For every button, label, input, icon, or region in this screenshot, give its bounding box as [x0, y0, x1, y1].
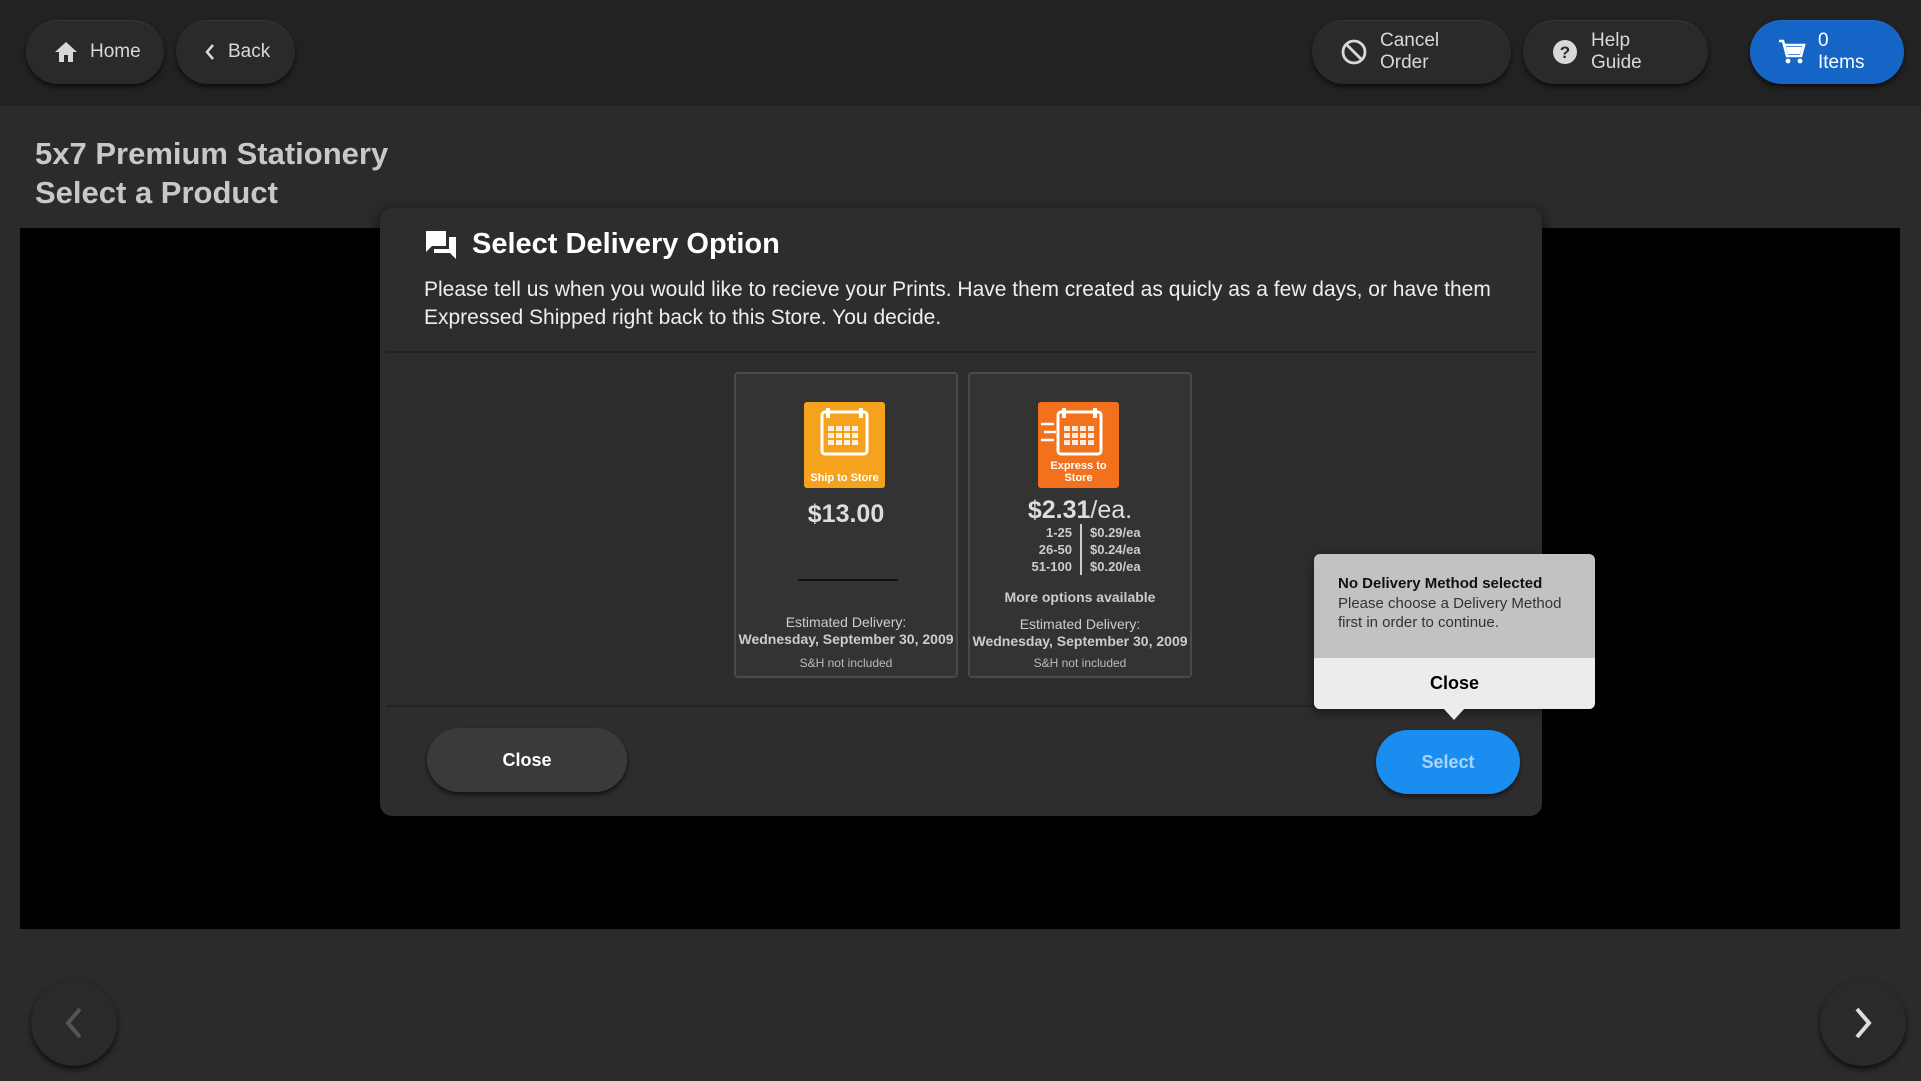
- tier-price: $0.29/ea: [1090, 525, 1141, 540]
- price-tier-row: 51-100 $0.20/ea: [1010, 558, 1154, 575]
- express-price-unit: /ea.: [1090, 496, 1133, 524]
- express-price-main: $2.31: [1027, 496, 1091, 524]
- modal-title: Select Delivery Option: [472, 228, 780, 260]
- ship-to-store-calendar-icon: Ship to Store: [804, 402, 885, 488]
- back-button[interactable]: Back: [176, 20, 295, 84]
- help-icon: ?: [1553, 40, 1577, 64]
- tier-qty: 1-25: [1010, 524, 1082, 541]
- tier-qty: 26-50: [1010, 541, 1082, 558]
- estimate-label: Estimated Delivery:: [1019, 616, 1141, 632]
- sh-note: S&H not included: [799, 656, 893, 670]
- ship-to-store-icon-label: Ship to Store: [810, 472, 879, 484]
- tooltip-arrow: [1443, 708, 1465, 720]
- more-options-label: More options available: [1004, 589, 1156, 605]
- express-estimate: Estimated Delivery: Wednesday, September…: [970, 616, 1190, 650]
- next-button[interactable]: [1820, 980, 1906, 1066]
- back-label: Back: [228, 41, 271, 62]
- product-name: 5x7 Premium Stationery: [35, 136, 389, 171]
- express-to-store-price: $2.31/ea.: [970, 496, 1190, 525]
- page-subtitle: Select a Product: [35, 175, 278, 210]
- previous-button[interactable]: [31, 980, 117, 1066]
- chevron-left-icon: [205, 44, 214, 60]
- tier-price: $0.20/ea: [1090, 559, 1141, 574]
- cart-label: 0 Items: [1818, 30, 1865, 73]
- price-tier-row: 1-25 $0.29/ea: [1010, 524, 1154, 541]
- page-title: 5x7 Premium Stationery Select a Product: [35, 134, 388, 212]
- estimate-date: Wednesday, September 30, 2009: [738, 631, 954, 647]
- home-button[interactable]: Home: [26, 20, 164, 84]
- cart-button[interactable]: 0 Items: [1750, 20, 1904, 84]
- cancel-order-label: Cancel Order: [1380, 30, 1440, 73]
- express-to-store-option[interactable]: Express to Store $2.31/ea. 1-25 $0.29/ea…: [968, 372, 1192, 678]
- close-button[interactable]: Close: [427, 728, 627, 792]
- chevron-left-icon: [65, 1007, 82, 1039]
- validation-tooltip: No Delivery Method selected Please choos…: [1314, 554, 1595, 709]
- modal-header: Select Delivery Option: [424, 228, 780, 261]
- express-to-store-icon-label: Express to Store: [1050, 460, 1107, 484]
- cancel-icon: [1341, 39, 1367, 65]
- ship-to-store-price: $13.00: [807, 500, 885, 528]
- delivery-modal: Select Delivery Option Please tell us wh…: [380, 208, 1542, 816]
- price-tier-row: 26-50 $0.24/ea: [1010, 541, 1154, 558]
- top-bar: Home Back Cancel Order ? Help Guide 0 It…: [0, 0, 1921, 106]
- home-label: Home: [90, 41, 141, 62]
- cancel-order-button[interactable]: Cancel Order: [1312, 20, 1511, 84]
- chat-icon: [426, 230, 456, 259]
- estimate-label: Estimated Delivery:: [785, 614, 907, 630]
- help-guide-label: Help Guide: [1591, 30, 1642, 73]
- tier-qty: 51-100: [1010, 558, 1082, 575]
- express-to-store-calendar-icon: Express to Store: [1038, 402, 1119, 488]
- help-guide-button[interactable]: ? Help Guide: [1523, 20, 1708, 84]
- estimate-date: Wednesday, September 30, 2009: [972, 633, 1188, 649]
- ship-to-store-option[interactable]: Ship to Store $13.00 Estimated Delivery:…: [734, 372, 958, 678]
- tooltip-close-button[interactable]: Close: [1314, 658, 1595, 709]
- divider: [386, 351, 1536, 353]
- divider: [798, 579, 898, 581]
- home-icon: [55, 42, 77, 62]
- modal-description: Please tell us when you would like to re…: [424, 278, 1491, 329]
- svg-text:?: ?: [1560, 43, 1570, 62]
- ship-to-store-estimate: Estimated Delivery: Wednesday, September…: [736, 614, 956, 648]
- price-tiers: 1-25 $0.29/ea 26-50 $0.24/ea 51-100 $0.2…: [1010, 524, 1154, 575]
- tooltip-title: No Delivery Method selected: [1338, 575, 1543, 592]
- tier-price: $0.24/ea: [1090, 542, 1141, 557]
- sh-note: S&H not included: [1033, 656, 1127, 670]
- select-button[interactable]: Select: [1376, 730, 1520, 794]
- chevron-right-icon: [1855, 1007, 1872, 1039]
- cart-icon: [1779, 39, 1806, 64]
- tooltip-message: Please choose a Delivery Method first in…: [1338, 595, 1562, 631]
